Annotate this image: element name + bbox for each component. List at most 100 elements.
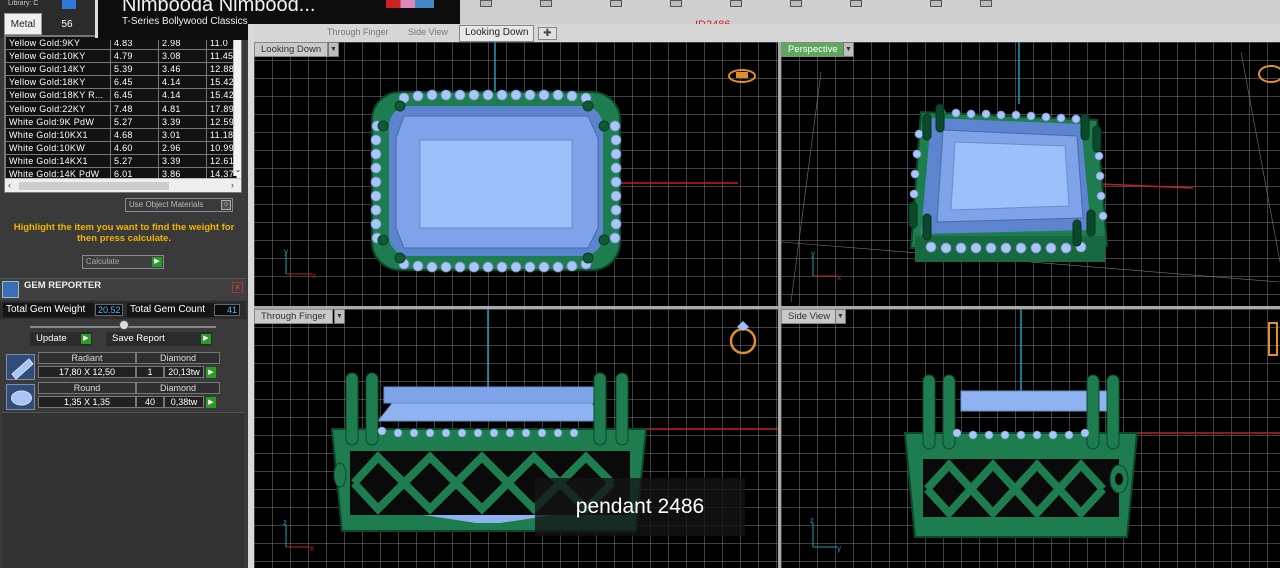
add-tab-icon[interactable]: ✚ (538, 27, 557, 40)
play-arrow-icon[interactable]: ▶ (206, 397, 216, 408)
tab-metal[interactable]: Metal (4, 13, 42, 35)
chevron-down-icon[interactable]: ▼ (328, 42, 339, 57)
total-gem-count-value: 41 (214, 304, 240, 316)
viewport-perspective[interactable]: x y Perspective ▼ (781, 42, 1280, 306)
table-cell: 15.42 (206, 75, 237, 90)
viewport-splitter-vertical[interactable] (778, 42, 781, 568)
calculate-button[interactable]: Calculate ▶ (82, 255, 164, 269)
toolbar-tool-icon[interactable] (670, 0, 682, 7)
gem-size: 17,80 X 12,50 (38, 366, 136, 378)
tab-number[interactable]: 56 (44, 13, 90, 35)
toolbar-tool-icon[interactable] (730, 0, 742, 7)
table-cell: White Gold:14KX1 (5, 153, 111, 168)
table-cell: Yellow Gold:22KY (5, 101, 111, 116)
scroll-thumb[interactable] (19, 182, 169, 190)
table-cell: 17.89 (206, 101, 237, 116)
metal-table: Yellow Gold:9KY 4.83 2.98 11.0 Yellow Gold:1… (5, 36, 237, 182)
checkbox-icon[interactable]: ○ (221, 200, 231, 210)
side-view-render: y z (810, 309, 1280, 553)
play-arrow-icon[interactable]: ▶ (152, 257, 162, 267)
table-cell: 15.42 (206, 88, 237, 103)
toolbar-tool-icon[interactable] (790, 0, 802, 7)
save-report-button[interactable]: Save Report ▶ (106, 332, 212, 346)
axis-y-label: y (284, 247, 288, 256)
update-button[interactable]: Update ▶ (30, 332, 92, 346)
table-cell: 11.45 (206, 49, 237, 64)
report-slider-thumb[interactable] (119, 320, 129, 330)
close-icon[interactable]: × (232, 282, 243, 293)
table-cell: White Gold:10KW (5, 140, 111, 155)
table-row[interactable]: Yellow Gold:18KY 6.45 4.14 15.42 (5, 75, 237, 90)
table-row[interactable]: Yellow Gold:10KY 4.79 3.08 11.45 (5, 49, 237, 64)
table-cell: 2.96 (158, 140, 207, 155)
table-row[interactable]: White Gold:14KX1 5.27 3.39 12.61 (5, 153, 237, 168)
gem-row[interactable]: Round Diamond 1,35 X 1,35 40 0,38tw ▶ (6, 382, 220, 410)
table-row[interactable]: Yellow Gold:14KY 5.39 3.46 12.88 (5, 62, 237, 77)
table-cell: 3.46 (158, 62, 207, 77)
table-cell: 3.39 (158, 114, 207, 129)
play-arrow-icon[interactable]: ▶ (81, 334, 91, 344)
use-object-materials-toggle[interactable]: Use Object Materials ○ (125, 198, 233, 212)
tab-looking-down[interactable]: Looking Down (459, 25, 535, 42)
media-title: Nimbooda Nimbood... (122, 0, 316, 16)
total-gem-weight-value: 20.52 (95, 304, 123, 316)
app-window: Library: C Metal 56 Yellow Gold:9KY 4.83 2… (0, 0, 1280, 568)
toolbar-tool-icon[interactable] (610, 0, 622, 7)
table-cell: Yellow Gold:18KY R... (5, 88, 111, 103)
viewport-splitter-horizontal[interactable] (254, 306, 1280, 309)
table-cell: 7.48 (110, 101, 159, 116)
viewport-looking-down[interactable]: x y Looking Down ▼ (254, 42, 778, 306)
gem-reporter-empty-area (2, 412, 244, 568)
table-row[interactable]: Yellow Gold:22KY 7.48 4.81 17.89 (5, 101, 237, 116)
vertical-scrollbar[interactable]: ⌄ (233, 36, 241, 176)
table-cell: 4.68 (110, 127, 159, 142)
toolbar-undo-icon[interactable] (480, 0, 492, 7)
scroll-left-icon[interactable]: ‹ (8, 180, 11, 190)
top-toolbar (460, 0, 1280, 24)
table-cell: 3.39 (158, 153, 207, 168)
axis-x-label: x (310, 544, 314, 553)
table-cell: 10.99 (206, 140, 237, 155)
horizontal-scrollbar[interactable]: ‹ › (5, 178, 241, 192)
left-panel: Library: C Metal 56 Yellow Gold:9KY 4.83 2… (0, 0, 248, 568)
gem-count: 40 (136, 396, 164, 408)
scroll-right-icon[interactable]: › (231, 180, 234, 190)
play-arrow-icon[interactable]: ▶ (201, 334, 211, 344)
tab-side-view[interactable]: Side View (403, 26, 453, 41)
update-label: Update (36, 333, 67, 344)
calculate-label: Calculate (86, 257, 120, 266)
axis-x-label: x (312, 271, 316, 280)
table-cell: 11.18 (206, 127, 237, 142)
toolbar-tool-icon[interactable] (540, 0, 552, 7)
toolbar-help-icon[interactable] (980, 0, 992, 7)
viewport-side-view[interactable]: y z Side View ▼ (781, 309, 1280, 568)
table-cell: 6.45 (110, 75, 159, 90)
tab-through-finger[interactable]: Through Finger (322, 26, 394, 41)
table-cell: 4.14 (158, 75, 207, 90)
viewport-label-perspective[interactable]: Perspective (781, 42, 845, 57)
table-cell: Yellow Gold:18KY (5, 75, 111, 90)
table-cell: 5.27 (110, 153, 159, 168)
toolbar-tool-icon[interactable] (930, 0, 942, 7)
gem-type: Diamond (136, 352, 220, 364)
chevron-down-icon[interactable]: ▼ (843, 42, 854, 57)
viewport-label-looking-down[interactable]: Looking Down (254, 42, 329, 57)
table-row[interactable]: Yellow Gold:18KY R... 6.45 4.14 15.42 (5, 88, 237, 103)
viewport-label-side-view[interactable]: Side View (781, 309, 838, 324)
table-row[interactable]: White Gold:9K PdW 5.27 3.39 12.59 (5, 114, 237, 129)
chevron-down-icon[interactable]: ▼ (334, 309, 345, 324)
media-subtitle: T-Series Bollywood Classics (122, 16, 248, 27)
gem-row[interactable]: Radiant Diamond 17,80 X 12,50 1 20,13tw … (6, 352, 220, 380)
table-row[interactable]: White Gold:10KX1 4.68 3.01 11.18 (5, 127, 237, 142)
chevron-down-icon[interactable]: ▼ (835, 309, 846, 324)
library-label: Library: C (8, 0, 39, 7)
table-row[interactable]: White Gold:10KW 4.60 2.96 10.99 (5, 140, 237, 155)
gem-weight: 20,13tw (164, 366, 204, 378)
gem-shape: Round (38, 382, 136, 394)
gem-reporter-title: GEM REPORTER (24, 280, 102, 291)
play-arrow-icon[interactable]: ▶ (206, 367, 216, 378)
table-cell: 5.39 (110, 62, 159, 77)
scroll-down-icon[interactable]: ⌄ (234, 165, 241, 174)
viewport-label-through-finger[interactable]: Through Finger (254, 309, 333, 324)
toolbar-tool-icon[interactable] (850, 0, 862, 7)
